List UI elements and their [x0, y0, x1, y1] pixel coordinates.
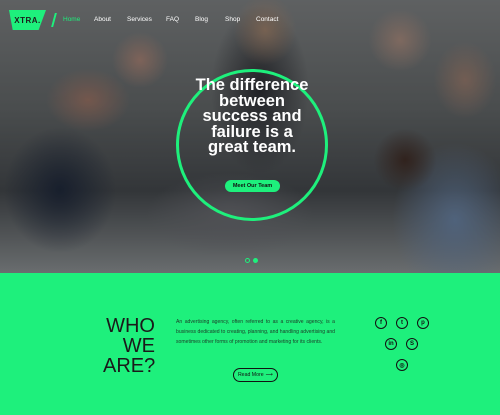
slider-dot-2[interactable]	[253, 258, 258, 263]
logo-text: XTRA.	[14, 15, 41, 25]
arrow-right-icon: ⟶	[265, 372, 274, 378]
about-heading-line-3: ARE?	[103, 355, 156, 377]
nav-item-services[interactable]: Services	[127, 16, 152, 23]
nav-item-shop[interactable]: Shop	[225, 16, 240, 23]
facebook-icon[interactable]: f	[375, 317, 387, 329]
meet-our-team-button[interactable]: Meet Our Team	[225, 180, 280, 192]
about-description: An advertising agency, often referred to…	[176, 319, 335, 345]
nav-item-about[interactable]: About	[94, 16, 111, 23]
about-heading: WHO WE ARE?	[103, 316, 155, 376]
hero-headline: The difference between success and failu…	[195, 76, 309, 156]
instagram-icon[interactable]: ◎	[396, 359, 408, 371]
linkedin-icon[interactable]: in	[385, 338, 397, 350]
slider-dot-1[interactable]	[245, 258, 250, 263]
slider-dots	[245, 258, 258, 263]
nav-item-contact[interactable]: Contact	[256, 16, 278, 23]
read-more-button[interactable]: Read More ⟶	[233, 368, 278, 382]
nav-item-faq[interactable]: FAQ	[166, 16, 179, 23]
skype-icon[interactable]: S	[406, 338, 418, 350]
about-heading-line-1: WHO	[106, 315, 155, 337]
nav-item-home[interactable]: Home	[63, 16, 80, 23]
pinterest-icon[interactable]: p	[417, 317, 429, 329]
read-more-label: Read More	[237, 372, 264, 378]
nav-item-blog[interactable]: Blog	[195, 16, 208, 23]
about-heading-line-2: WE	[122, 335, 155, 357]
twitter-icon[interactable]: t	[396, 317, 408, 329]
